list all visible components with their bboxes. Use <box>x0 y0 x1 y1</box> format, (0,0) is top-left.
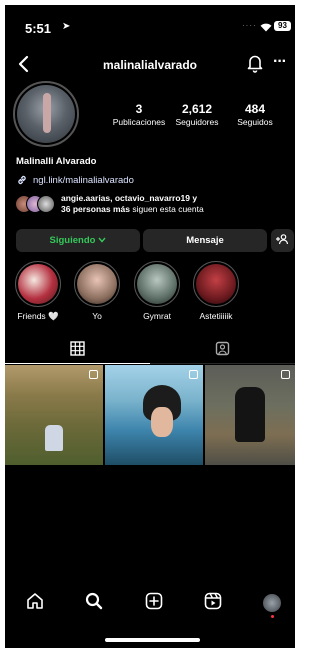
highlight-cover <box>196 264 236 304</box>
home-icon <box>26 592 44 615</box>
profile-screen: 5:51 ➤ ···· 93 malinalialvarado ··· 3 Pu… <box>5 5 295 648</box>
highlight-astetiiiiik[interactable]: Astetiiiiik <box>192 261 240 321</box>
post-thumbnail[interactable] <box>5 365 103 465</box>
create-icon <box>145 592 163 615</box>
highlight-cover <box>137 264 177 304</box>
following-button[interactable]: Siguiendo <box>16 229 140 252</box>
multiple-photos-icon <box>281 370 290 379</box>
stat-following-value: 484 <box>244 102 266 116</box>
multiple-photos-icon <box>189 370 198 379</box>
link-icon <box>16 174 28 186</box>
stat-followers-label: Seguidores <box>175 117 219 127</box>
followed-by-names: angie.aarias, octavio_navarro19 y <box>61 193 198 203</box>
avatar <box>17 85 75 143</box>
tab-tagged[interactable] <box>150 338 295 364</box>
posts-grid <box>5 365 295 465</box>
status-bar: 5:51 ➤ ···· 93 <box>5 5 295 45</box>
nav-home[interactable] <box>25 592 45 615</box>
stat-posts[interactable]: 3 Publicaciones <box>109 102 169 127</box>
profile-link[interactable]: ngl.link/malinalialvarado <box>16 174 134 186</box>
profile-link-text: ngl.link/malinalialvarado <box>33 174 134 186</box>
highlight-cover <box>77 264 117 304</box>
highlight-label: Astetiiiiik <box>199 311 233 321</box>
tab-posts-grid[interactable] <box>5 338 150 364</box>
highlight-label: Yo <box>92 311 102 321</box>
nav-create[interactable] <box>144 592 164 615</box>
battery-icon: 93 <box>274 21 291 31</box>
followed-by-text: angie.aarias, octavio_navarro19 y 36 per… <box>61 193 204 215</box>
tagged-icon <box>215 341 230 361</box>
highlight-friends[interactable]: Friends 🤍 <box>14 261 62 322</box>
avatar <box>263 594 281 612</box>
profile-tabs <box>5 338 295 364</box>
search-icon <box>85 592 103 615</box>
add-person-icon <box>276 233 289 248</box>
post-thumbnail[interactable] <box>205 365 295 465</box>
signal-icon: ···· <box>242 21 257 30</box>
highlight-gymrat[interactable]: Gymrat <box>133 261 181 321</box>
followed-by-suffix: siguen esta cuenta <box>132 204 204 214</box>
stat-followers[interactable]: 2,612 Seguidores <box>167 102 227 127</box>
followed-by-count: 36 personas más <box>61 204 130 214</box>
home-indicator <box>105 638 200 642</box>
grid-icon <box>70 340 85 361</box>
multiple-photos-icon <box>89 370 98 379</box>
nav-reels[interactable] <box>203 592 223 615</box>
avatar <box>37 195 55 213</box>
nav-search[interactable] <box>84 592 104 615</box>
more-icon[interactable]: ··· <box>273 53 287 71</box>
reels-icon <box>204 592 222 615</box>
highlight-label: Gymrat <box>143 311 171 321</box>
bell-icon[interactable] <box>246 52 264 74</box>
followed-by[interactable]: angie.aarias, octavio_navarro19 y 36 per… <box>15 191 204 217</box>
location-arrow-icon: ➤ <box>62 21 71 32</box>
wifi-icon <box>260 19 272 37</box>
notification-dot <box>271 615 274 618</box>
nav-profile[interactable] <box>262 593 282 618</box>
stat-following-label: Seguidos <box>237 117 273 127</box>
bottom-nav <box>5 592 295 623</box>
stat-posts-value: 3 <box>135 102 143 116</box>
stat-followers-value: 2,612 <box>181 102 213 116</box>
post-thumbnail[interactable] <box>105 365 203 465</box>
add-person-button[interactable] <box>271 229 294 252</box>
profile-avatar[interactable] <box>13 81 79 147</box>
status-time: 5:51 <box>25 21 52 36</box>
stat-following[interactable]: 484 Seguidos <box>225 102 285 127</box>
chevron-down-icon <box>98 235 106 246</box>
highlight-yo[interactable]: Yo <box>73 261 121 321</box>
highlight-label: Friends 🤍 <box>17 311 59 321</box>
profile-full-name: Malinalli Alvarado <box>16 156 97 167</box>
message-button[interactable]: Mensaje <box>143 229 267 252</box>
following-button-label: Siguiendo <box>49 235 96 246</box>
stat-posts-label: Publicaciones <box>112 117 166 127</box>
highlight-cover <box>18 264 58 304</box>
